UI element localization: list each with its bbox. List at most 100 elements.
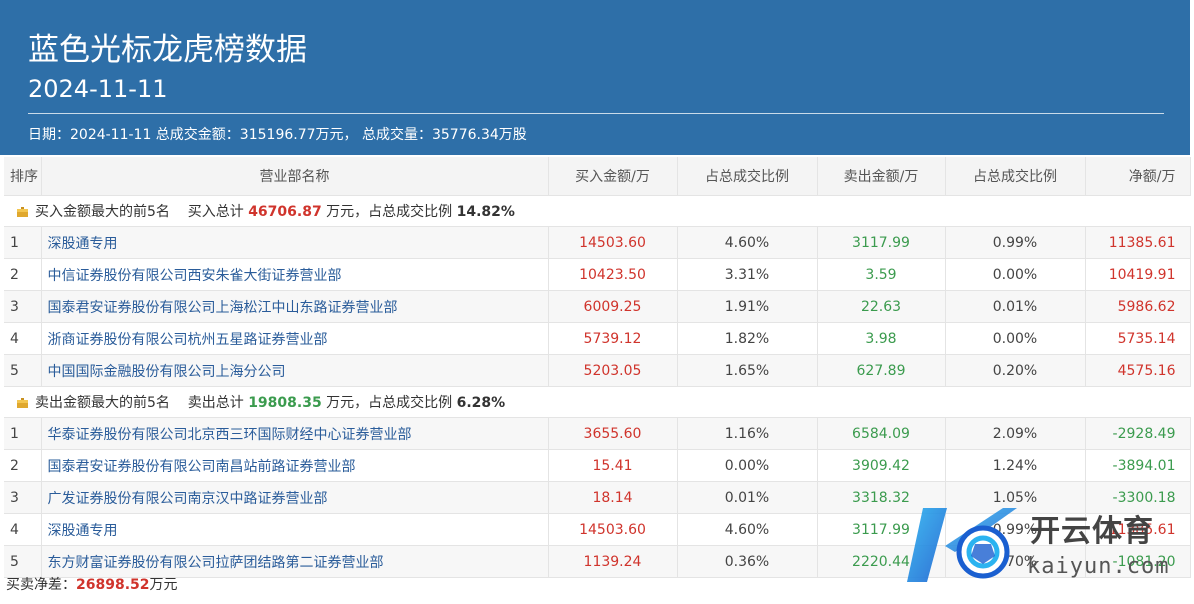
buy-amount: 1139.24 — [548, 545, 678, 578]
buy-ratio: 0.36% — [677, 545, 818, 578]
buy-ratio: 1.91% — [677, 290, 818, 323]
net-difference-label: 买卖净差： — [6, 577, 76, 593]
page-title: 蓝色光标龙虎榜数据 — [28, 32, 307, 68]
watermark-sub: kaiyun.com — [1027, 554, 1170, 579]
page-date: 2024-11-11 — [28, 75, 168, 103]
section-total-label: 买入总计 — [187, 204, 244, 220]
sell-ratio: 0.99% — [945, 226, 1086, 259]
section-total-value: 46706.87 — [248, 204, 322, 220]
row-rank: 3 — [4, 290, 42, 323]
buy-amount: 10423.50 — [548, 258, 678, 291]
table-row[interactable]: 1 华泰证券股份有限公司北京西三环国际财经中心证券营业部 3655.60 1.16% 6… — [4, 417, 1191, 450]
col-branch-name: 营业部名称 — [41, 157, 549, 196]
buy-ratio: 1.82% — [677, 322, 818, 355]
row-rank: 4 — [4, 322, 42, 355]
branch-name-link[interactable]: 广发证券股份有限公司南京汉中路证券营业部 — [41, 481, 549, 514]
buy-ratio: 0.00% — [677, 449, 818, 482]
branch-name-link[interactable]: 深股通专用 — [41, 513, 549, 546]
branch-name-link[interactable]: 华泰证券股份有限公司北京西三环国际财经中心证券营业部 — [41, 417, 549, 450]
buy-amount: 18.14 — [548, 481, 678, 514]
net-difference-unit: 万元 — [149, 577, 178, 593]
net-amount: 11385.61 — [1085, 226, 1191, 259]
table-row[interactable]: 2 国泰君安证券股份有限公司南昌站前路证券营业部 15.41 0.00% 3909.42… — [4, 449, 1191, 482]
row-rank: 2 — [4, 258, 42, 291]
sell-amount: 3.98 — [817, 322, 946, 355]
buy-amount: 5739.12 — [548, 322, 678, 355]
buy-ratio: 1.16% — [677, 417, 818, 450]
row-rank: 5 — [4, 545, 42, 578]
net-amount: -3894.01 — [1085, 449, 1191, 482]
table-row[interactable]: 5 中国国际金融股份有限公司上海分公司 5203.05 1.65% 627.89 0.20… — [4, 354, 1191, 387]
branch-name-link[interactable]: 深股通专用 — [41, 226, 549, 259]
col-net: 净额/万 — [1085, 157, 1191, 196]
table-row[interactable]: 4 浙商证券股份有限公司杭州五星路证券营业部 5739.12 1.82% 3.98 0.0… — [4, 322, 1191, 355]
section-total-unit: 万元，占总成交比例 — [326, 395, 453, 411]
table-row[interactable]: 1 深股通专用 14503.60 4.60% 3117.99 0.99% 11385.61 — [4, 226, 1191, 259]
trophy-icon — [17, 207, 28, 217]
watermark-text: 开云体育 — [1030, 514, 1154, 549]
section-label: 买入金额最大的前5名 — [35, 204, 170, 220]
col-sell-ratio: 占总成交比例 — [945, 157, 1086, 196]
sell-amount: 22.63 — [817, 290, 946, 323]
buy-amount: 15.41 — [548, 449, 678, 482]
row-rank: 1 — [4, 417, 42, 450]
page: 蓝色光标龙虎榜数据 2024-11-11 日期：2024-11-11 总成交金额… — [0, 0, 1194, 604]
trade-summary: 日期：2024-11-11 总成交金额：315196.77万元， 总成交量：35… — [28, 127, 527, 143]
net-amount: 5986.62 — [1085, 290, 1191, 323]
section-ratio: 14.82% — [456, 204, 515, 220]
branch-name-link[interactable]: 中国国际金融股份有限公司上海分公司 — [41, 354, 549, 387]
branch-name-link[interactable]: 浙商证券股份有限公司杭州五星路证券营业部 — [41, 322, 549, 355]
sell-ratio: 0.00% — [945, 258, 1086, 291]
row-rank: 4 — [4, 513, 42, 546]
sell-amount: 3117.99 — [817, 226, 946, 259]
col-buy-ratio: 占总成交比例 — [677, 157, 818, 196]
net-difference: 买卖净差：26898.52万元 — [6, 576, 178, 594]
sell-ratio: 0.20% — [945, 354, 1086, 387]
watermark-logo: 开云体育 kaiyun.com — [905, 500, 1190, 590]
sell-ratio: 0.00% — [945, 322, 1086, 355]
sell-ratio: 2.09% — [945, 417, 1086, 450]
col-rank: 排序 — [4, 157, 42, 196]
net-amount: -2928.49 — [1085, 417, 1191, 450]
table-row[interactable]: 2 中信证券股份有限公司西安朱雀大街证券营业部 10423.50 3.31% 3.59 0… — [4, 258, 1191, 291]
branch-name-link[interactable]: 中信证券股份有限公司西安朱雀大街证券营业部 — [41, 258, 549, 291]
sell-amount: 627.89 — [817, 354, 946, 387]
section-total-value: 19808.35 — [248, 395, 322, 411]
header-divider — [28, 113, 1164, 114]
buy-amount: 6009.25 — [548, 290, 678, 323]
header-banner: 蓝色光标龙虎榜数据 2024-11-11 日期：2024-11-11 总成交金额… — [0, 0, 1190, 155]
buy-ratio: 3.31% — [677, 258, 818, 291]
net-amount: 5735.14 — [1085, 322, 1191, 355]
row-rank: 3 — [4, 481, 42, 514]
section-total-label: 卖出总计 — [187, 395, 244, 411]
net-difference-value: 26898.52 — [76, 577, 150, 593]
row-rank: 1 — [4, 226, 42, 259]
buy-ratio: 1.65% — [677, 354, 818, 387]
sell-ratio: 1.24% — [945, 449, 1086, 482]
buy-amount: 3655.60 — [548, 417, 678, 450]
logo-mark-icon — [907, 508, 1017, 582]
branch-name-link[interactable]: 国泰君安证券股份有限公司南昌站前路证券营业部 — [41, 449, 549, 482]
net-amount: 10419.91 — [1085, 258, 1191, 291]
row-rank: 2 — [4, 449, 42, 482]
col-buy-amount: 买入金额/万 — [548, 157, 678, 196]
section-total-unit: 万元，占总成交比例 — [326, 204, 453, 220]
buy-ratio: 4.60% — [677, 513, 818, 546]
sell-ratio: 0.01% — [945, 290, 1086, 323]
net-amount: 4575.16 — [1085, 354, 1191, 387]
buy-amount: 14503.60 — [548, 513, 678, 546]
branch-name-link[interactable]: 东方财富证券股份有限公司拉萨团结路第二证券营业部 — [41, 545, 549, 578]
sell-amount: 3.59 — [817, 258, 946, 291]
trophy-icon — [17, 398, 28, 408]
buy-amount: 14503.60 — [548, 226, 678, 259]
sell_section-header: 卖出金额最大的前5名 卖出总计 19808.35 万元，占总成交比例 6.28% — [4, 386, 1190, 418]
table-header: 排序 营业部名称 买入金额/万 占总成交比例 卖出金额/万 占总成交比例 净额/… — [4, 157, 1191, 196]
col-sell-amount: 卖出金额/万 — [817, 157, 946, 196]
buy-amount: 5203.05 — [548, 354, 678, 387]
section-ratio: 6.28% — [456, 395, 506, 411]
sell-amount: 6584.09 — [817, 417, 946, 450]
row-rank: 5 — [4, 354, 42, 387]
table-row[interactable]: 3 国泰君安证券股份有限公司上海松江中山东路证券营业部 6009.25 1.91% 22… — [4, 290, 1191, 323]
buy-ratio: 4.60% — [677, 226, 818, 259]
branch-name-link[interactable]: 国泰君安证券股份有限公司上海松江中山东路证券营业部 — [41, 290, 549, 323]
